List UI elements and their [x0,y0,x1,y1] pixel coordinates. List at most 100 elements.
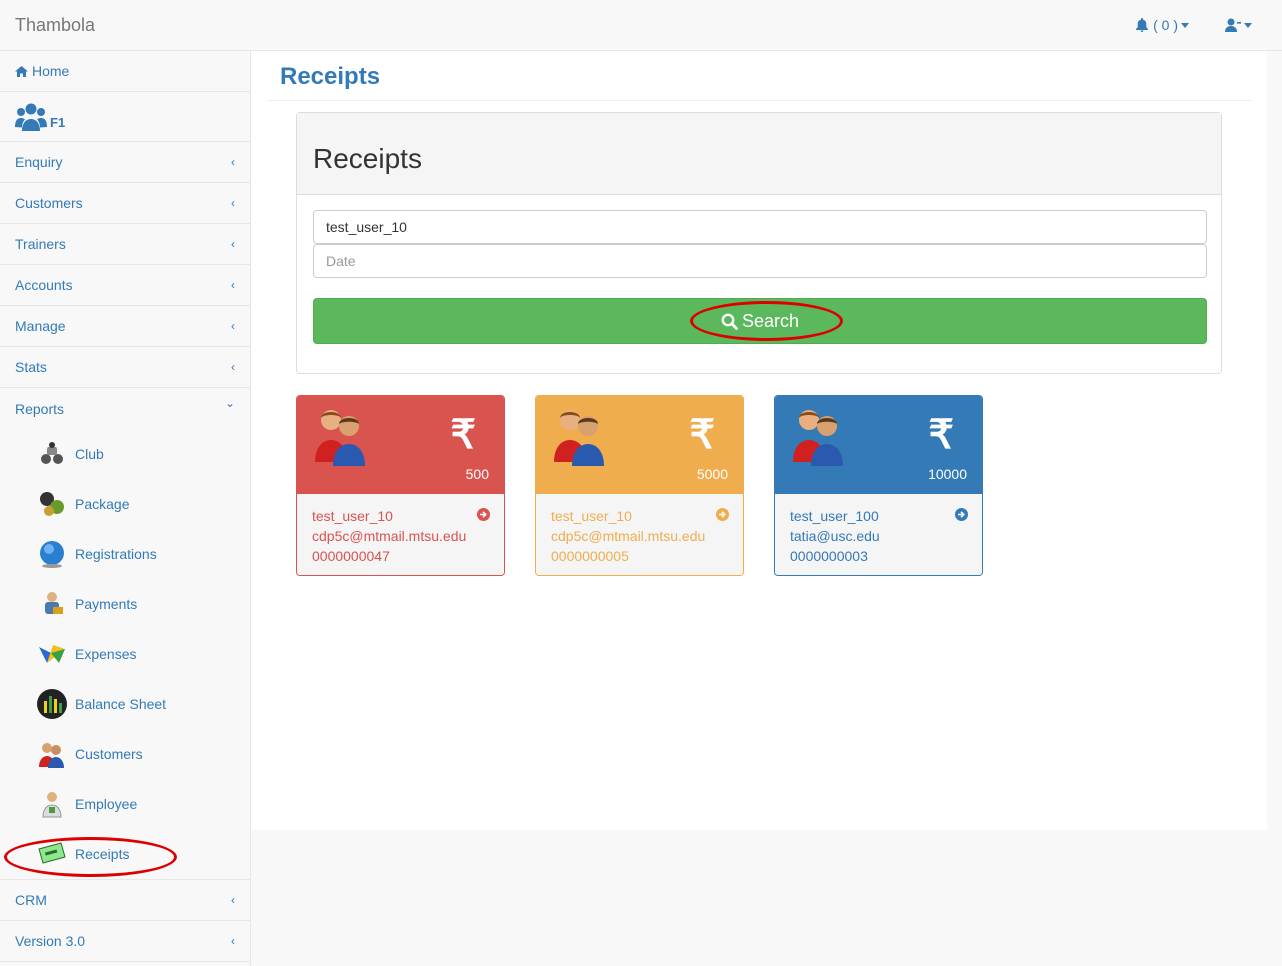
receipt-amount: 500 [465,466,489,482]
sidebar-item-label: Expenses [75,646,137,662]
sidebar-item-label: Club [75,446,104,462]
brand-title[interactable]: Thambola [15,15,95,36]
highlight-annotation [4,837,177,877]
chevron-left-icon: ‹ [231,237,235,251]
sidebar-item-expenses[interactable]: Expenses [0,629,250,679]
sidebar-item-club[interactable]: Club [0,429,250,479]
page-title: Receipts [280,63,381,90]
sidebar-item-label: Reports [15,400,65,417]
sidebar-item-label: Registrations [75,546,157,562]
sidebar-item-crm[interactable]: CRM ‹ [0,880,250,921]
rupee-icon: ₹ [928,413,954,457]
package-icon [37,489,67,519]
sidebar-item-customers[interactable]: Customers ‹ [0,183,250,224]
receipt-number: 0000000005 [551,548,629,564]
user-icon [1225,18,1241,32]
reports-submenu: Club Package Registrations Payments Expe… [0,429,250,880]
date-input[interactable] [313,244,1207,278]
sidebar-item-balance-sheet[interactable]: Balance Sheet [0,679,250,729]
sidebar-item-label: Customers [75,746,143,762]
sidebar-item-enquiry[interactable]: Enquiry ‹ [0,142,250,183]
chevron-left-icon: ‹ [231,278,235,292]
receipt-number: 0000000003 [790,548,868,564]
page-header: Receipts [267,51,1252,101]
sidebar-item-label: Balance Sheet [75,696,167,712]
globe-icon [37,539,67,569]
sidebar-item-label: Enquiry [15,154,63,170]
receipt-number: 0000000047 [312,548,390,564]
card-header: ₹ 500 [297,396,504,494]
chevron-left-icon: ‹ [231,893,235,907]
sidebar-item-label: Trainers [15,236,66,252]
chevron-left-icon: ‹ [231,360,235,374]
sidebar-item-stats[interactable]: Stats ‹ [0,347,250,388]
sidebar-item-label: Version 3.0 [15,933,86,949]
sidebar-item-version[interactable]: Version 3.0 ‹ [0,921,250,962]
receipt-card[interactable]: ₹ 10000 test_user_100 tatia@usc.edu 0000… [774,395,983,576]
chevron-left-icon: ‹ [231,196,235,210]
customers-icon [313,406,371,469]
sidebar-item-label: Home [32,63,70,79]
card-footer: test_user_10 cdp5c@mtmail.mtsu.edu 00000… [536,494,743,575]
home-icon [15,65,28,77]
expenses-icon [37,639,67,669]
sidebar-item-payments[interactable]: Payments [0,579,250,629]
user-input[interactable] [313,210,1207,244]
chevron-down-icon [1244,22,1252,28]
sidebar-item-label: Stats [15,359,47,375]
receipt-user: test_user_10 [312,508,393,524]
card-header: ₹ 10000 [775,396,982,494]
sidebar-item-manage[interactable]: Manage ‹ [0,306,250,347]
sidebar-item-home[interactable]: Home [0,51,250,92]
sidebar-item-label: Package [75,496,130,512]
receipt-email: tatia@usc.edu [790,528,880,544]
arrow-circle-right-icon[interactable] [716,508,729,521]
sidebar-item-label: Customers [15,195,83,211]
receipt-user: test_user_10 [551,508,632,524]
sidebar-item-label: CRM [15,892,47,908]
group-icon [15,103,47,131]
employee-icon [37,789,67,819]
receipt-user: test_user_100 [790,508,879,524]
receipt-email: cdp5c@mtmail.mtsu.edu [312,528,467,544]
notifications-dropdown[interactable]: ( 0 ) [1136,17,1189,33]
sidebar-item-employee[interactable]: Employee [0,779,250,829]
highlight-annotation [690,301,843,341]
receipt-amount: 10000 [928,466,967,482]
chevron-left-icon: ‹ [231,155,235,169]
sidebar-item-accounts[interactable]: Accounts ‹ [0,265,250,306]
receipt-amount: 5000 [696,466,728,482]
receipt-email: cdp5c@mtmail.mtsu.edu [551,528,706,544]
arrow-circle-right-icon[interactable] [477,508,490,521]
chevron-down-icon [1181,22,1189,28]
sidebar-item-registrations[interactable]: Registrations [0,529,250,579]
notification-count: ( 0 ) [1153,17,1178,33]
sidebar-item-trainers[interactable]: Trainers ‹ [0,224,250,265]
customers-icon [552,406,610,469]
card-header: ₹ 5000 [536,396,743,494]
user-menu-dropdown[interactable] [1225,18,1252,32]
top-navbar: Thambola ( 0 ) [0,0,1282,51]
main-content: Receipts Receipts Search ₹ 500 test_user… [251,51,1267,830]
chevron-left-icon: ‹ [231,934,235,948]
receipt-card[interactable]: ₹ 5000 test_user_10 cdp5c@mtmail.mtsu.ed… [535,395,744,576]
arrow-circle-right-icon[interactable] [955,508,968,521]
profile-name: F1 [50,115,66,130]
balance-sheet-icon [37,689,67,719]
sidebar-item-label: Accounts [15,277,73,293]
receipt-card[interactable]: ₹ 500 test_user_10 cdp5c@mtmail.mtsu.edu… [296,395,505,576]
payments-icon [37,589,67,619]
chevron-left-icon: ‹ [231,319,235,333]
customers-icon [791,406,849,469]
panel-heading: Receipts [297,113,1221,195]
chevron-down-icon: ⌄ [224,396,235,410]
club-icon [37,439,67,469]
sidebar-item-package[interactable]: Package [0,479,250,529]
customers-icon [37,739,67,769]
sidebar-profile: F1 [0,92,250,142]
sidebar-item-customers-report[interactable]: Customers [0,729,250,779]
sidebar-item-label: Employee [75,796,138,812]
sidebar-item-label: Payments [75,596,138,612]
sidebar-item-reports[interactable]: Reports ⌄ [0,388,250,429]
sidebar-item-label: Manage [15,318,66,334]
